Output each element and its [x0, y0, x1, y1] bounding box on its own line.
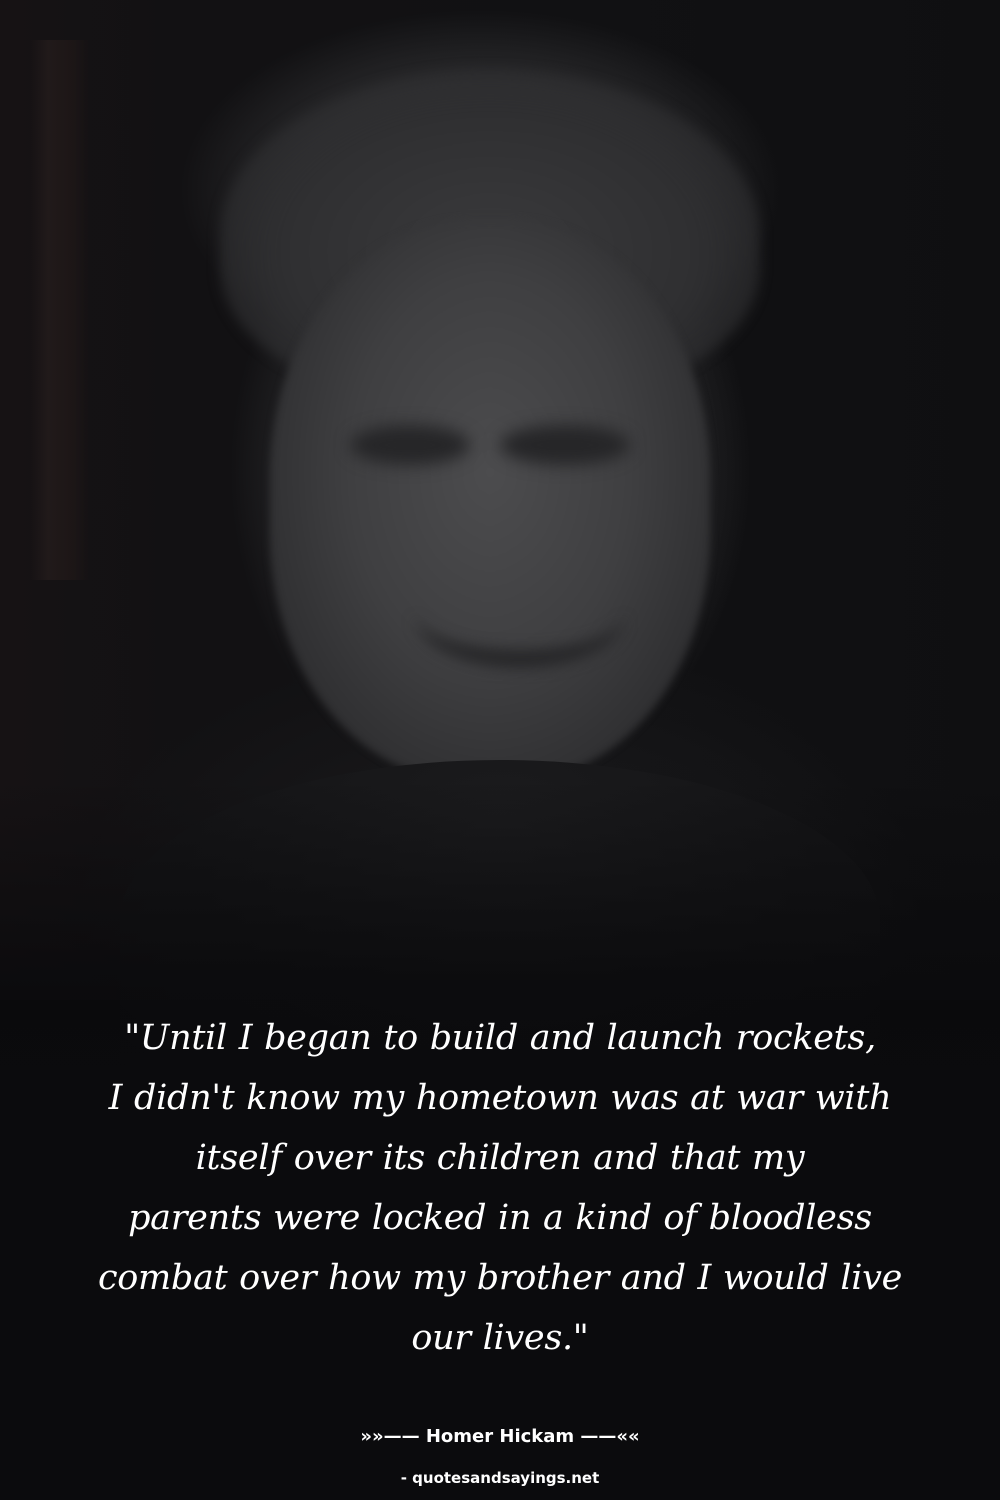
quote-line: our lives."	[411, 1318, 589, 1358]
quote-text: "Until I began to build and launch rocke…	[40, 1008, 960, 1368]
quote-line: parents were locked in a kind of bloodle…	[128, 1198, 872, 1238]
quote-author: »»—— Homer Hickam ——««	[360, 1426, 640, 1447]
quote-line: combat over how my brother and I would l…	[97, 1258, 903, 1298]
quote-card: "Until I began to build and launch rocke…	[0, 0, 1000, 1500]
quote-line: itself over its children and that my	[195, 1138, 805, 1178]
quote-line: "Until I began to build and launch rocke…	[124, 1018, 876, 1058]
source-attribution: - quotesandsayings.net	[400, 1469, 600, 1487]
quote-line: I didn't know my hometown was at war wit…	[108, 1078, 892, 1118]
